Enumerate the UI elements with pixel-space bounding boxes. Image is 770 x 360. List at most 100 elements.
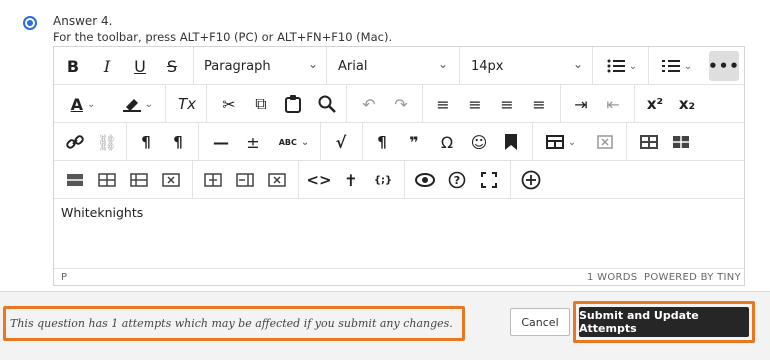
- powered-by-link[interactable]: POWERED BY TINY: [644, 272, 741, 283]
- table-col-before-button[interactable]: [200, 166, 226, 194]
- separator: [165, 85, 166, 122]
- block-format-select[interactable]: Paragraph ⌄: [204, 52, 324, 80]
- delete-table-button[interactable]: [592, 128, 618, 156]
- table-col-icon: [204, 173, 222, 187]
- table-delete-col-icon: [268, 173, 286, 187]
- preview-button[interactable]: [412, 166, 438, 194]
- show-blocks-button[interactable]: ¶: [370, 128, 394, 156]
- warning-highlight: This question has 1 attempts which may b…: [3, 306, 465, 341]
- element-path[interactable]: P: [61, 272, 67, 283]
- cut-button[interactable]: ✂: [216, 90, 242, 118]
- more-toolbar-button[interactable]: •••: [708, 51, 739, 81]
- help-icon: ?: [448, 171, 466, 189]
- separator: [422, 85, 423, 122]
- answer-radio[interactable]: [23, 16, 37, 30]
- separator: [206, 85, 207, 122]
- table-row-before-button[interactable]: [636, 128, 662, 156]
- horizontal-line-button[interactable]: —: [208, 128, 234, 156]
- plus-minus-button[interactable]: ±: [240, 128, 266, 156]
- cancel-button[interactable]: Cancel: [510, 308, 570, 336]
- code-sample-button[interactable]: {;}: [370, 166, 396, 194]
- separator: [404, 161, 405, 198]
- bookmark-button[interactable]: [498, 128, 524, 156]
- numbered-list-button[interactable]: ⌄: [657, 52, 697, 80]
- table-icon: [545, 135, 564, 149]
- table-delete-col-button[interactable]: [264, 166, 290, 194]
- bookmark-icon: [505, 134, 517, 150]
- text-color-button[interactable]: A ⌄: [62, 90, 104, 118]
- table-cell-icon: [67, 174, 83, 186]
- table-col-icon: [236, 173, 254, 187]
- unlink-button[interactable]: ⛓: [94, 128, 120, 156]
- math-formula-button[interactable]: √: [328, 128, 354, 156]
- emoji-button[interactable]: ☺: [466, 128, 492, 156]
- table-row-icon: [673, 136, 689, 148]
- search-icon: [318, 95, 336, 113]
- redo-button[interactable]: ↷: [388, 90, 414, 118]
- clear-formatting-button[interactable]: Tx: [174, 90, 200, 118]
- rtl-button[interactable]: ¶: [166, 128, 190, 156]
- align-center-button[interactable]: ≡: [462, 90, 488, 118]
- ltr-button[interactable]: ¶: [134, 128, 158, 156]
- toolbar-row-4: <> ✝ {;} ?: [54, 161, 744, 199]
- highlight-color-button[interactable]: ⌄: [117, 90, 159, 118]
- align-justify-button[interactable]: ≡: [526, 90, 552, 118]
- help-button[interactable]: ?: [444, 166, 470, 194]
- undo-button[interactable]: ↶: [356, 90, 382, 118]
- copy-button[interactable]: ⧉: [248, 90, 274, 118]
- find-replace-button[interactable]: [314, 90, 340, 118]
- add-content-button[interactable]: [518, 166, 544, 194]
- align-right-button[interactable]: ≡: [494, 90, 520, 118]
- numbered-list-icon: [661, 60, 680, 72]
- chevron-down-icon: ⌄: [144, 98, 154, 110]
- table-row-icon: [640, 135, 658, 149]
- align-left-button[interactable]: ≡: [430, 90, 456, 118]
- table-col-after-button[interactable]: [232, 166, 258, 194]
- superscript-button[interactable]: x²: [642, 90, 668, 118]
- separator: [648, 47, 649, 84]
- word-count[interactable]: 1 WORDS: [587, 272, 637, 283]
- toolbar-row-1: B I U S Paragraph ⌄ Arial ⌄ 14px ⌄ ⌄ ⌄ •…: [54, 47, 744, 85]
- separator: [192, 161, 193, 198]
- font-size-select[interactable]: 14px ⌄: [471, 52, 589, 80]
- strikethrough-button[interactable]: S: [161, 52, 183, 80]
- answer-label: Answer 4.: [53, 14, 113, 28]
- special-character-button[interactable]: Ω: [434, 128, 460, 156]
- source-code-button[interactable]: <>: [306, 166, 332, 194]
- svg-text:?: ?: [454, 174, 460, 187]
- chevron-down-icon: ⌄: [87, 98, 96, 110]
- separator: [193, 47, 194, 84]
- table-button[interactable]: ⌄: [540, 128, 582, 156]
- outdent-button[interactable]: ⇤: [600, 90, 626, 118]
- clipboard-icon: [285, 95, 301, 113]
- submit-update-attempts-button[interactable]: Submit and Update Attempts: [579, 307, 749, 337]
- table-delete-row-button[interactable]: [158, 166, 184, 194]
- fullscreen-button[interactable]: [476, 166, 502, 194]
- separator: [459, 47, 460, 84]
- blockquote-button[interactable]: ❞: [402, 128, 426, 156]
- editor-content[interactable]: Whiteknights: [61, 205, 143, 220]
- separator: [510, 161, 511, 198]
- underline-button[interactable]: U: [129, 52, 151, 80]
- paste-button[interactable]: [280, 90, 306, 118]
- font-family-select[interactable]: Arial ⌄: [338, 52, 454, 80]
- plus-circle-icon: [521, 170, 541, 190]
- table-split-button[interactable]: [126, 166, 152, 194]
- indent-button[interactable]: ⇥: [568, 90, 594, 118]
- spellcheck-button[interactable]: ABC ⌄: [274, 128, 314, 156]
- separator: [326, 47, 327, 84]
- font-family-value: Arial: [338, 58, 368, 74]
- table-cell-props-button[interactable]: [62, 166, 88, 194]
- bold-button[interactable]: B: [62, 52, 84, 80]
- separator: [198, 123, 199, 160]
- separator: [126, 123, 127, 160]
- table-merge-button[interactable]: [94, 166, 120, 194]
- italic-button[interactable]: I: [96, 52, 118, 80]
- insert-link-button[interactable]: [62, 128, 88, 156]
- accessibility-button[interactable]: ✝: [338, 166, 364, 194]
- subscript-button[interactable]: x₂: [674, 90, 700, 118]
- toolbar-row-3: ⛓ ¶ ¶ — ± ABC ⌄ √ ¶ ❞ Ω ☺ ⌄: [54, 123, 744, 161]
- highlighter-icon: [122, 99, 141, 112]
- bullet-list-button[interactable]: ⌄: [602, 52, 642, 80]
- table-row-after-button[interactable]: [668, 128, 694, 156]
